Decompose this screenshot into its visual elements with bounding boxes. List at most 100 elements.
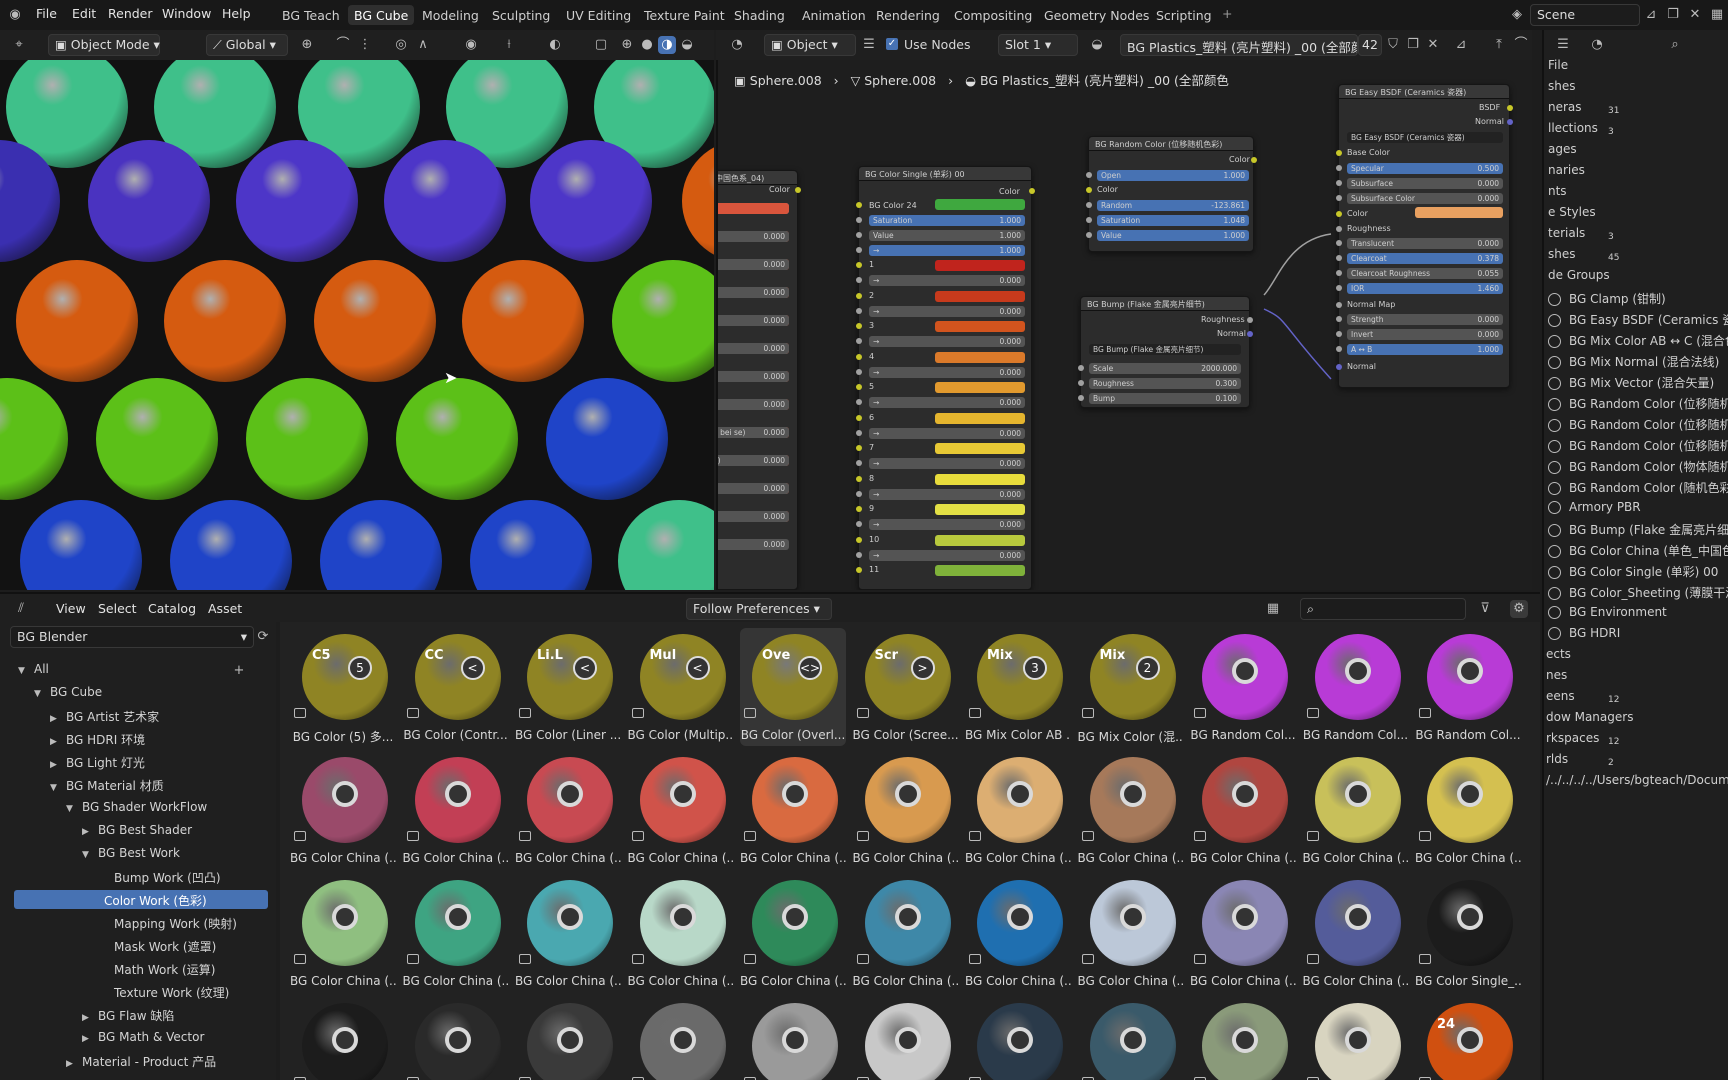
shader-node-editor[interactable]: ▣ Sphere.008 › ▽ Sphere.008 › ◒ BG Plast… [716, 60, 1532, 590]
asset-thumbnail[interactable] [403, 997, 509, 1080]
workspace-tab[interactable]: Compositing [948, 5, 1038, 25]
material-sphere[interactable] [246, 378, 368, 500]
node-socket[interactable] [1086, 187, 1092, 193]
outliner-row[interactable]: BG Color Single (单彩) 00 [1544, 563, 1728, 584]
node-socket[interactable] [856, 368, 862, 375]
asset-thumbnail[interactable]: BG Color China (... [1190, 874, 1296, 992]
asset-thumbnail[interactable] [1078, 997, 1184, 1080]
node-group-dropdown[interactable]: BG Bump (Flake 金属亮片细节) [1089, 344, 1241, 355]
material-sphere[interactable] [170, 500, 292, 590]
outliner-row[interactable]: BG Easy BSDF (Ceramics 瓷器 [1544, 311, 1728, 332]
slot-dropdown[interactable]: Slot 1 ▾ [998, 34, 1078, 56]
asset-thumbnail[interactable]: BG Color China (... [1078, 751, 1184, 869]
material-sphere[interactable] [384, 140, 506, 262]
object-dropdown[interactable]: ▣ Object ▾ [764, 34, 856, 56]
bsdf-field[interactable]: IOR 1.460 [1347, 283, 1503, 294]
asset-thumbnail[interactable]: BG Random Col... [1303, 628, 1409, 746]
workspace-tab[interactable]: Animation [796, 5, 872, 25]
arrow-field[interactable]: → 0.000 [869, 427, 1025, 439]
node-socket[interactable] [856, 292, 862, 299]
collapse-triangle-icon[interactable]: ▶ [82, 1013, 92, 1023]
catalog-item[interactable]: ▼ BG Shader WorkFlow [66, 800, 207, 814]
node-socket[interactable] [1078, 395, 1084, 401]
node-bg-easy-bsdf[interactable]: BG Easy BSDF (Ceramics 瓷器) BSDF Normal BG E… [1336, 84, 1513, 388]
random-field[interactable]: Random -123.861 [1097, 200, 1249, 211]
color-swatch-field[interactable] [935, 321, 1025, 332]
node-socket[interactable] [1086, 217, 1092, 223]
material-sphere[interactable] [164, 260, 286, 382]
roughness-field[interactable]: Roughness 0.300 [1089, 378, 1241, 389]
asset-search-input[interactable]: ⌕ [1300, 598, 1466, 620]
node-socket[interactable] [1507, 105, 1513, 111]
expand-triangle-icon[interactable]: ▼ [34, 689, 44, 699]
material-sphere[interactable] [16, 260, 138, 382]
outliner-row[interactable]: BG Mix Color AB ↔ C (混合色 [1544, 332, 1728, 353]
filter-icon[interactable]: ⊽ [1476, 600, 1494, 618]
node-socket[interactable] [1336, 346, 1342, 352]
material-sphere[interactable] [0, 378, 68, 500]
catalog-item[interactable]: Mapping Work (映射) [114, 915, 237, 932]
expand-triangle-icon[interactable]: ▼ [66, 804, 76, 814]
value-field[interactable]: Value 1.000 [869, 230, 1025, 241]
overlay-icon[interactable]: ◐ [546, 36, 564, 54]
material-users-count[interactable]: 42 [1358, 34, 1382, 56]
node-socket[interactable] [856, 567, 862, 573]
bsdf-field[interactable]: Clearcoat Roughness 0.055 [1347, 268, 1503, 279]
arrow-field[interactable]: → 0.000 [869, 275, 1025, 286]
node-socket[interactable] [1336, 226, 1342, 232]
node-socket[interactable] [1336, 302, 1342, 308]
rendered-shading-icon[interactable]: ◒ [678, 36, 696, 54]
outliner-type-icon[interactable]: ☰ [1554, 36, 1572, 54]
menu-file[interactable]: File [36, 6, 57, 21]
fake-user-shield-icon[interactable]: ⛉ [1384, 36, 1402, 54]
collapse-triangle-icon[interactable]: ▶ [50, 737, 60, 747]
collapse-triangle-icon[interactable]: ▶ [82, 827, 92, 837]
unlink-material-icon[interactable]: ✕ [1424, 36, 1442, 54]
node-socket[interactable] [795, 187, 801, 193]
open-field[interactable]: Open 1.000 [1097, 170, 1249, 181]
collapse-triangle-icon[interactable]: ▶ [66, 1059, 76, 1069]
catalog-item[interactable]: ▶ BG Artist 艺术家 [50, 708, 159, 725]
asset-thumbnail[interactable] [515, 997, 621, 1080]
asset-thumbnail[interactable]: BG Color China (... [1190, 751, 1296, 869]
node-socket[interactable] [856, 475, 862, 482]
node-socket[interactable] [1336, 180, 1342, 186]
color-swatch-field[interactable] [935, 290, 1025, 302]
node-socket[interactable] [856, 414, 862, 421]
snap-node-icon[interactable]: ⌒ [1512, 36, 1530, 54]
catalog-item[interactable]: ▼ All [18, 662, 49, 676]
add-catalog-icon[interactable]: + [230, 662, 248, 680]
node-socket[interactable] [856, 277, 862, 283]
node-socket[interactable] [1247, 317, 1253, 323]
outliner-row[interactable]: shes [1544, 79, 1728, 100]
node-socket[interactable] [1029, 188, 1035, 194]
color-swatch-field[interactable] [935, 351, 1025, 363]
outliner-row[interactable]: rlds [1544, 752, 1728, 773]
node-socket[interactable] [1336, 150, 1342, 156]
asset-thumbnail[interactable]: BG Color China (... [290, 751, 396, 869]
asset-thumbnail[interactable] [965, 997, 1071, 1080]
material-sphere[interactable] [470, 500, 592, 590]
node-socket[interactable] [1086, 202, 1092, 208]
material-sphere[interactable] [314, 260, 436, 382]
asset-thumbnail[interactable]: C5 5 BG Color (5) 多... [290, 628, 396, 746]
bsdf-field[interactable]: Translucent 0.000 [1347, 238, 1503, 249]
refresh-library-icon[interactable]: ⟳ [254, 628, 272, 646]
field-value[interactable]: n bei se) 0.000 [718, 427, 789, 438]
collapse-triangle-icon[interactable]: ▶ [50, 760, 60, 770]
node-socket[interactable] [1336, 211, 1342, 217]
pivot-icon[interactable]: ⊕ [298, 36, 316, 54]
arrow-field[interactable]: → 1.000 [869, 245, 1025, 256]
asset-thumbnail[interactable]: BG Color China (... [853, 874, 959, 992]
workspace-tab[interactable]: Scripting [1150, 5, 1218, 25]
solid-shading-icon[interactable]: ● [638, 36, 656, 54]
value-field[interactable]: Value 1.000 [1097, 230, 1249, 241]
outliner-row[interactable]: BG Color China (单色_中国色 [1544, 542, 1728, 563]
catalog-item[interactable]: ▶ BG Best Shader [82, 823, 192, 837]
asset-thumbnail[interactable] [628, 997, 734, 1080]
asset-thumbnail[interactable]: BG Color China (... [1303, 751, 1409, 869]
node-socket[interactable] [856, 202, 862, 208]
material-browse-icon[interactable]: ◒ [1088, 36, 1106, 54]
outliner-row[interactable]: Armory PBR [1544, 500, 1728, 521]
asset-thumbnail[interactable]: Li.L < BG Color (Liner ... [515, 628, 621, 746]
